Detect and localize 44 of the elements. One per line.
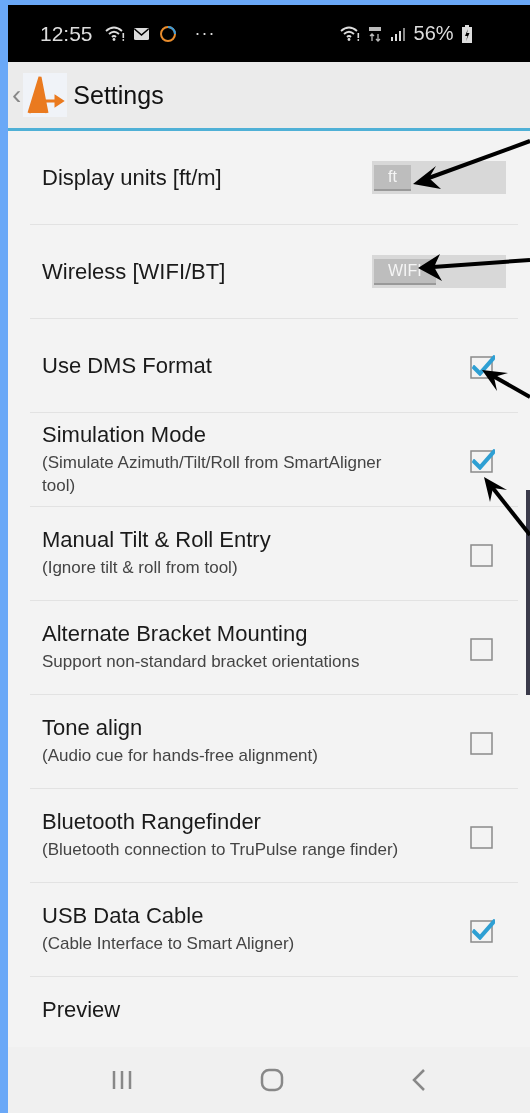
setting-summary: (Ignore tilt & roll from tool): [42, 557, 239, 580]
setting-title: Use DMS Format: [42, 352, 212, 379]
setting-row[interactable]: Display units [ft/m] ft: [30, 131, 518, 225]
more-notifications-text: ···: [194, 23, 216, 44]
setting-summary: (Cable Interface to Smart Aligner): [42, 933, 295, 956]
checkbox[interactable]: [470, 446, 496, 473]
mail-icon: [132, 26, 151, 41]
battery-icon: [461, 24, 472, 43]
home-icon[interactable]: [260, 1068, 284, 1092]
setting-title: Alternate Bracket Mounting: [42, 621, 309, 648]
back-icon[interactable]: [410, 1068, 427, 1092]
pointer-arrow: [484, 477, 530, 537]
setting-title: Tone align: [42, 715, 144, 742]
setting-row[interactable]: Wireless [WIFI/BT] WIFI: [30, 225, 518, 319]
setting-summary: (Simulate Azimuth/Tilt/Roll from SmartAligner tool): [42, 452, 383, 497]
setting-title: Manual Tilt & Roll Entry: [42, 527, 271, 554]
battery-percent: 56%: [413, 22, 454, 45]
screen-title: Settings: [73, 80, 164, 110]
wifi-icon: [104, 25, 125, 42]
checkbox[interactable]: [470, 916, 496, 943]
setting-row[interactable]: Bluetooth Rangefinder (Bluetooth connection to TruPulse range finder): [30, 789, 518, 883]
setting-title: Preview: [42, 997, 121, 1023]
recent-apps-icon[interactable]: [111, 1070, 134, 1090]
signal-icon: [389, 26, 406, 41]
ring-icon: [158, 24, 177, 43]
data-arrows-icon: [367, 25, 382, 42]
setting-row[interactable]: Manual Tilt & Roll Entry (Ignore tilt & roll from tool): [30, 507, 518, 601]
setting-title: Display units [ft/m]: [42, 164, 222, 191]
clock-time: 12:55: [40, 21, 93, 46]
setting-title: Wireless [WIFI/BT]: [42, 258, 226, 285]
setting-title: Bluetooth Rangefinder: [42, 809, 262, 836]
pointer-arrow: [482, 370, 530, 399]
setting-summary: (Bluetooth connection to TruPulse range finder): [42, 839, 399, 862]
setting-row[interactable]: Alternate Bracket Mounting Support non-standard bracket orientations: [30, 601, 518, 695]
setting-row[interactable]: USB Data Cable (Cable Interface to Smart Aligner): [30, 883, 518, 977]
setting-summary: (Audio cue for hands-free alignment): [42, 745, 318, 768]
checkbox[interactable]: [470, 352, 496, 379]
setting-row[interactable]: Tone align (Audio cue for hands-free alignment): [30, 695, 518, 789]
setting-summary: Support non-standard bracket orientations: [42, 651, 360, 674]
setting-title: USB Data Cable: [42, 903, 205, 930]
wifi-icon: [339, 25, 360, 42]
toggle-thumb: ft: [374, 164, 411, 191]
logo-icon: [23, 73, 68, 117]
setting-title: Simulation Mode: [42, 422, 207, 449]
